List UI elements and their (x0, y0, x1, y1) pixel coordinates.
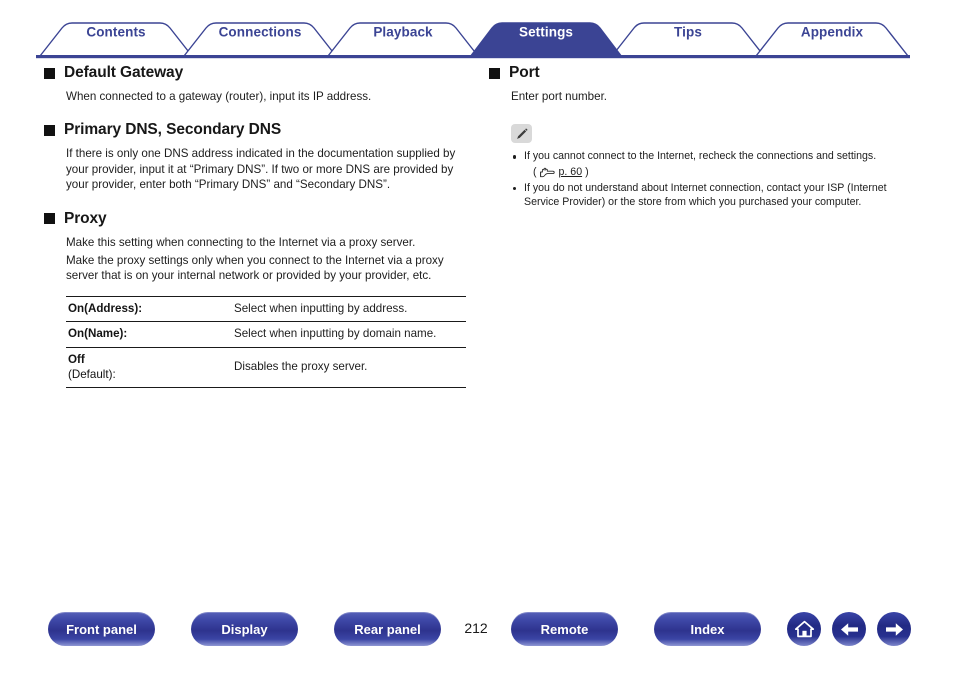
option-key: On(Address): (66, 296, 232, 323)
heading-text: Proxy (64, 209, 107, 227)
back-button[interactable] (832, 612, 866, 646)
display-button[interactable]: Display (191, 612, 298, 646)
note-list: If you cannot connect to the Internet, r… (511, 149, 919, 209)
index-button[interactable]: Index (654, 612, 761, 646)
tab-appendix[interactable]: Appendix (801, 25, 863, 40)
heading-text: Primary DNS, Secondary DNS (64, 121, 282, 139)
paragraph-port: Enter port number. (511, 90, 608, 103)
left-column: Default Gateway When connected to a gate… (44, 64, 474, 389)
paragraph-proxy-1: Make this setting when connecting to the… (66, 235, 416, 249)
square-bullet-icon (489, 67, 500, 79)
square-bullet-icon (44, 67, 55, 79)
list-item: If you cannot connect to the Internet, r… (511, 149, 919, 179)
right-column: Port Enter port number. If you cannot co… (489, 64, 919, 211)
pointing-hand-icon (539, 167, 555, 177)
tab-contents[interactable]: Contents (86, 25, 145, 40)
arrow-left-icon (840, 622, 858, 636)
option-key-sub: (Default): (68, 367, 116, 381)
table-row: Off (Default): Disables the proxy server… (66, 348, 466, 388)
reference-paren-close: ) (585, 166, 589, 178)
section-heading-port: Port (489, 64, 919, 82)
square-bullet-icon (44, 124, 55, 136)
option-value: Disables the proxy server. (234, 360, 368, 374)
paragraph-primary-dns: If there is only one DNS address indicat… (66, 147, 456, 192)
tab-bar-underline (36, 55, 910, 59)
heading-text: Default Gateway (64, 64, 184, 81)
footer-bar: Front panel Display Rear panel 212 Remot… (0, 612, 954, 662)
home-button[interactable] (787, 612, 821, 646)
proxy-options-table: On(Address): Select when inputting by ad… (66, 295, 466, 389)
tab-settings[interactable]: Settings (519, 25, 573, 40)
list-item: If you do not understand about Internet … (511, 181, 919, 210)
section-heading-proxy: Proxy (44, 210, 474, 228)
pencil-glyph (516, 128, 527, 139)
page-reference[interactable]: ( p. 60 ) (524, 165, 919, 180)
tab-tips[interactable]: Tips (674, 25, 702, 40)
tab-bar: Contents Connections Playback Settings T… (0, 0, 954, 62)
remote-button[interactable]: Remote (511, 612, 618, 646)
page-content: Default Gateway When connected to a gate… (0, 64, 954, 604)
front-panel-button[interactable]: Front panel (48, 612, 155, 646)
pencil-note-icon (511, 124, 532, 144)
section-heading-default-gateway: Default Gateway (44, 64, 474, 82)
table-row: On(Name): Select when inputting by domai… (66, 321, 466, 349)
paragraph-default-gateway: When connected to a gateway (router), in… (66, 90, 372, 103)
table-row: On(Address): Select when inputting by ad… (66, 296, 466, 323)
option-key-main: Off (68, 353, 85, 367)
note-text: If you cannot connect to the Internet, r… (524, 150, 877, 163)
home-icon (794, 620, 814, 638)
tab-connections[interactable]: Connections (219, 25, 302, 40)
option-value: Select when inputting by domain name. (232, 321, 466, 349)
forward-button[interactable] (877, 612, 911, 646)
tab-playback[interactable]: Playback (373, 25, 432, 40)
page-reference-link[interactable]: p. 60 (559, 165, 583, 180)
option-value: Select when inputting by address. (232, 296, 466, 323)
option-key: On(Name): (66, 321, 232, 349)
arrow-right-icon (885, 622, 903, 636)
rear-panel-button[interactable]: Rear panel (334, 612, 441, 646)
note-text: If you do not understand about Internet … (524, 181, 887, 209)
page-number: 212 (464, 620, 488, 636)
square-bullet-icon (44, 213, 55, 225)
section-heading-primary-dns: Primary DNS, Secondary DNS (44, 121, 474, 139)
paragraph-proxy-2: Make the proxy settings only when you co… (66, 254, 444, 283)
reference-paren-open: ( (533, 166, 537, 178)
heading-text: Port (509, 64, 540, 81)
option-key: Off (Default): (66, 348, 232, 388)
